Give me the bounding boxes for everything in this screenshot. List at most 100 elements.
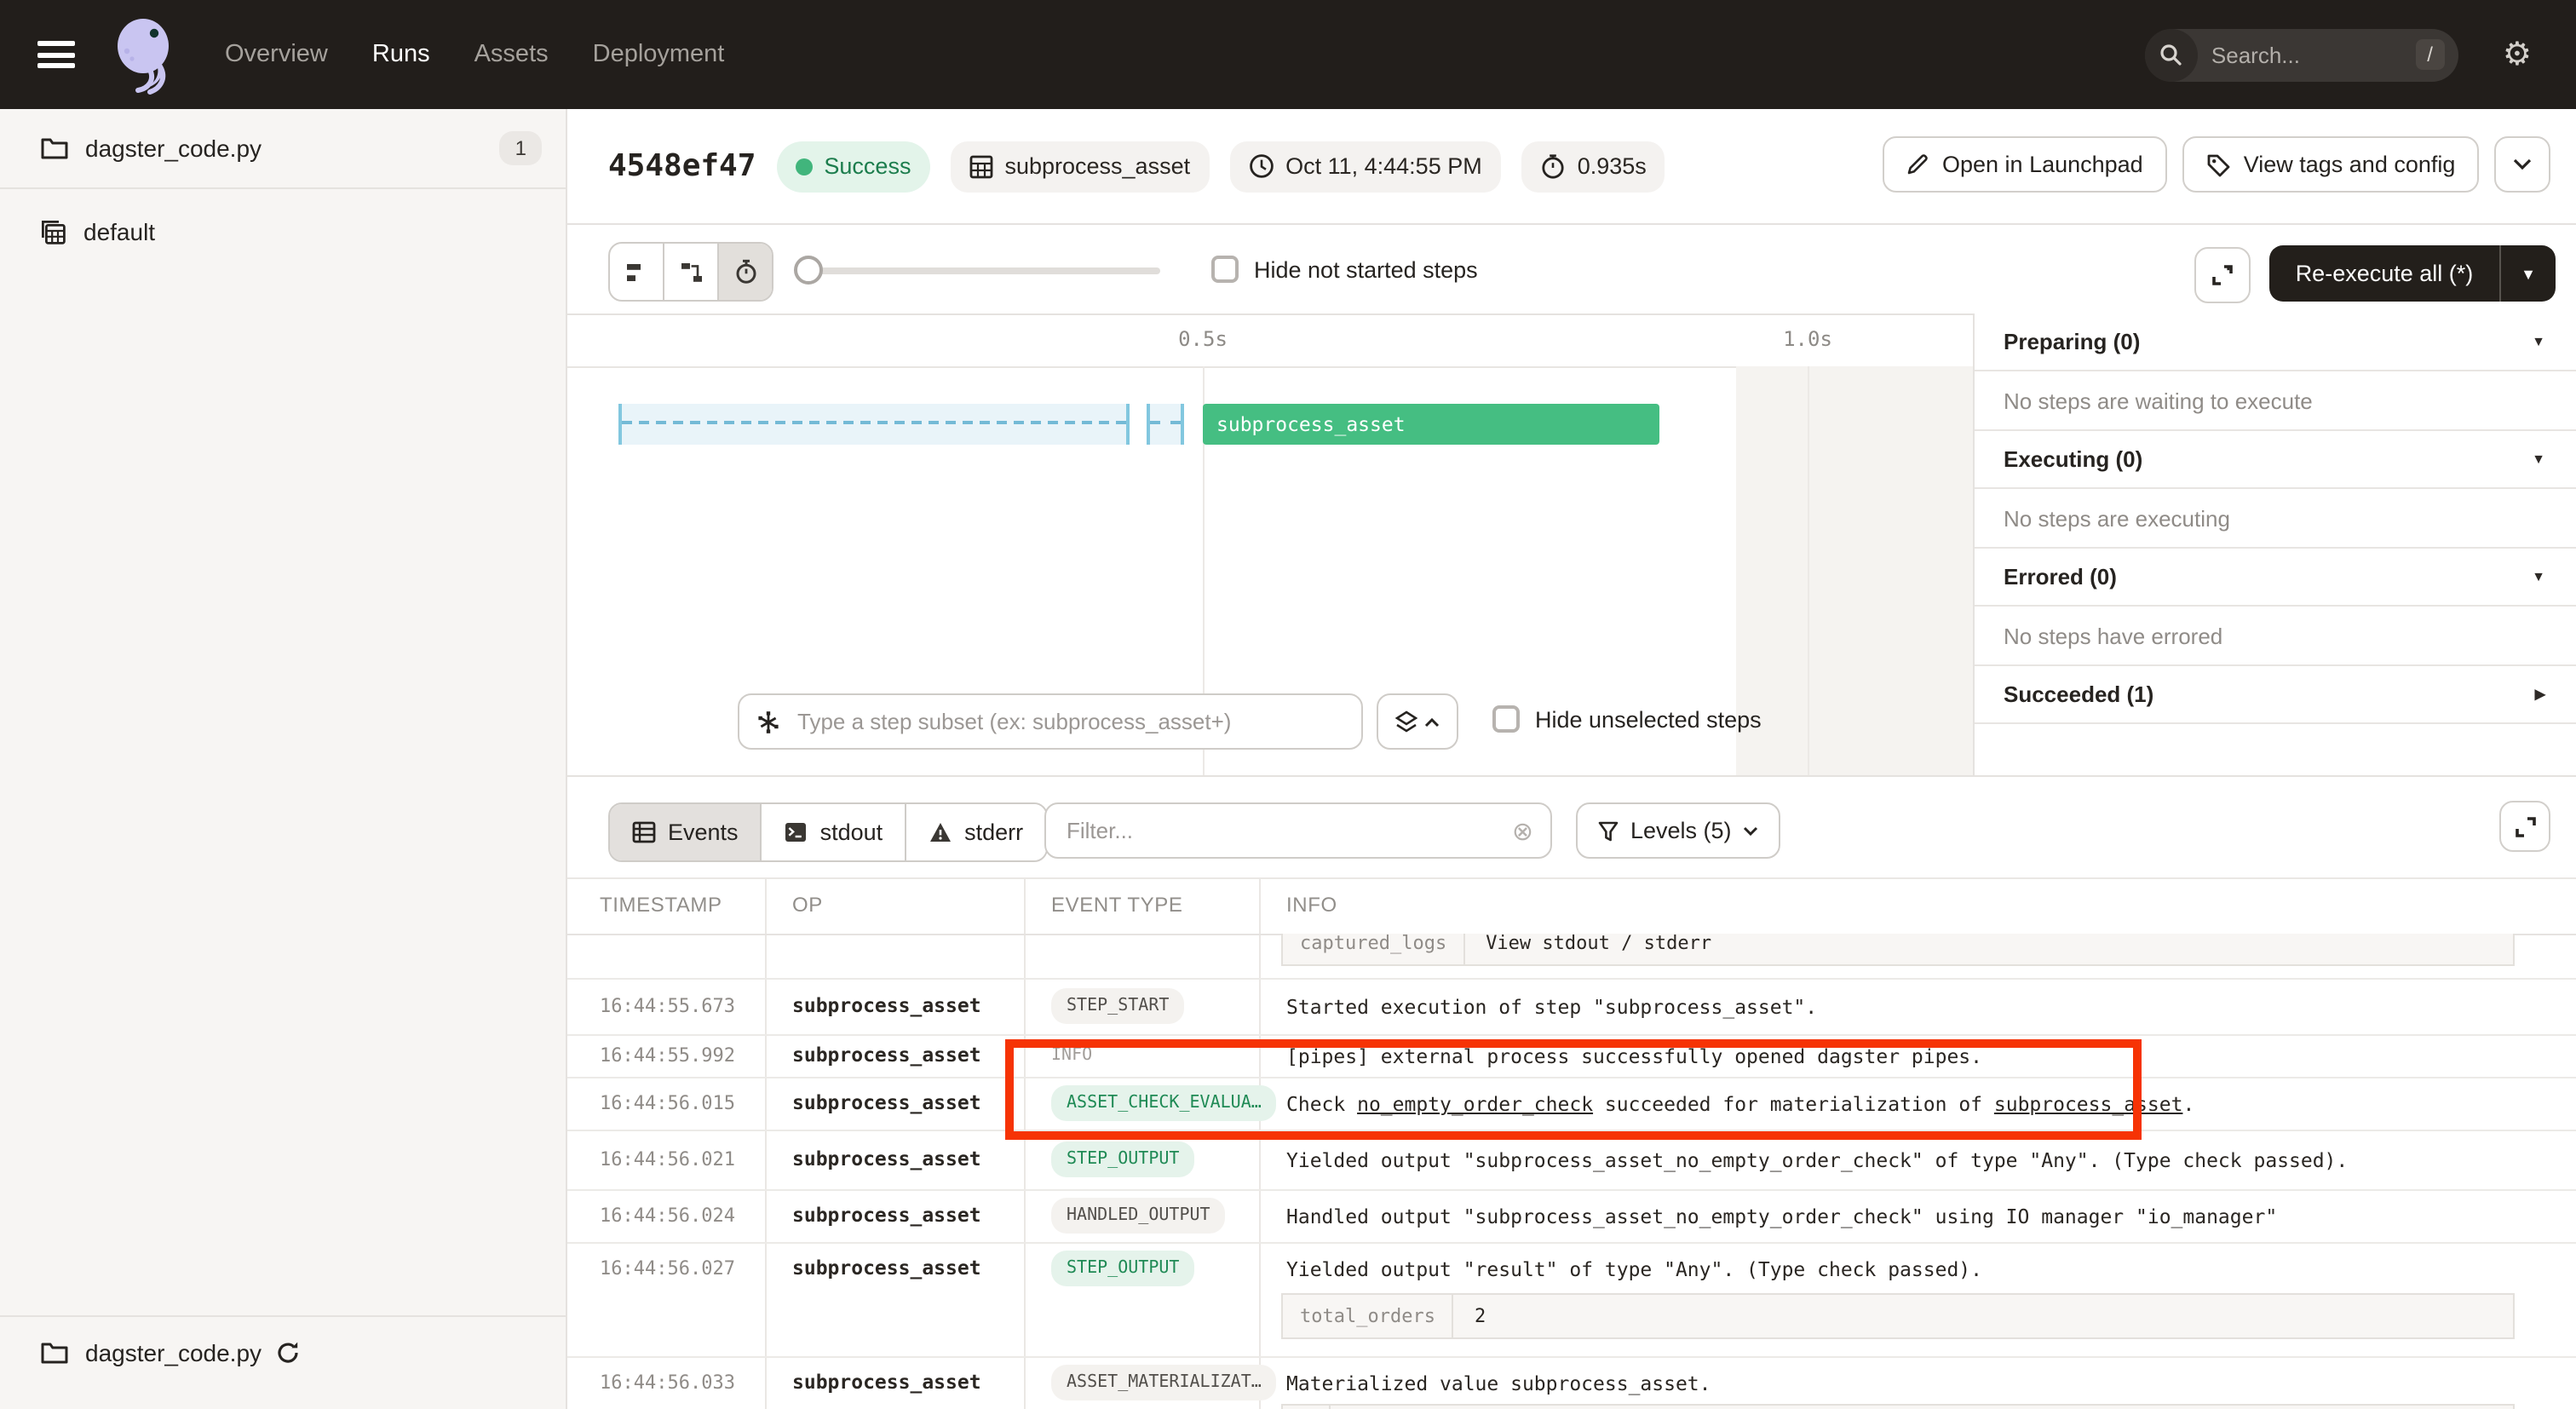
search-shortcut-badge: / [2415,39,2445,70]
clock-icon [1248,153,1274,179]
log-info: Handled output "subprocess_asset_no_empt… [1286,1205,2277,1228]
log-op: subprocess_asset [792,1043,981,1067]
metadata-value-link[interactable]: View stdout / stderr [1465,934,1732,964]
panel-section-preparing[interactable]: Preparing (0)▼ [1975,313,2576,371]
view-tags-config-button[interactable]: View tags and config [2182,136,2480,193]
gantt-fullscreen-button[interactable] [2194,247,2251,303]
log-row[interactable]: 16:44:56.033 subprocess_asset ASSET_MATE… [567,1356,2576,1409]
log-op: subprocess_asset [792,1090,981,1114]
log-timestamp: 16:44:56.027 [600,1257,735,1280]
log-row[interactable]: 16:44:56.024 subprocess_asset HANDLED_OU… [567,1189,2576,1242]
nav-item-runs[interactable]: Runs [372,41,430,68]
divider [567,223,2576,225]
search-input[interactable] [2198,40,2415,69]
log-row[interactable]: 16:44:56.027 subprocess_asset STEP_OUTPU… [567,1242,2576,1356]
log-timestamp: 16:44:56.021 [600,1148,735,1170]
gantt-view-mode-group [608,242,773,302]
levels-filter-button[interactable]: Levels (5) [1576,802,1781,859]
duration-view-button[interactable] [719,244,772,300]
tab-stdout[interactable]: stdout [762,804,907,860]
collapse-levels-button[interactable] [1377,693,1458,750]
sidebar-item-default[interactable]: default [0,206,566,257]
success-dot-icon [795,158,812,175]
log-fullscreen-button[interactable] [2499,801,2550,852]
nav-item-assets[interactable]: Assets [474,41,549,68]
log-op: subprocess_asset [792,993,981,1017]
sidebar-code-location-header[interactable]: dagster_code.py 1 [0,109,566,189]
panel-section-executing[interactable]: Executing (0)▼ [1975,431,2576,489]
event-type-badge: HANDLED_OUTPUT [1051,1198,1226,1234]
expand-icon [2514,815,2536,837]
gridline [1808,366,1809,775]
flat-view-button[interactable] [610,244,664,300]
panel-section-errored[interactable]: Errored (0)▼ [1975,549,2576,607]
log-op: subprocess_asset [792,1256,981,1280]
hide-unselected-control: Hide unselected steps [1492,705,1762,733]
asset-link[interactable]: subprocess_asset [1994,1092,2183,1116]
triangle-down-icon: ▼ [2532,451,2545,467]
timestamp-pill: Oct 11, 4:44:55 PM [1229,141,1501,192]
gantt-waiting-segment [618,404,1130,445]
triangle-down-icon: ▼ [2532,569,2545,584]
search-box[interactable]: / [2145,28,2458,81]
folder-icon [41,1341,68,1365]
run-id: 4548ef47 [608,148,756,184]
reexecute-all-button[interactable]: Re-execute all (*) ▼ [2269,245,2556,302]
nav-item-deployment[interactable]: Deployment [593,41,725,68]
metadata-key: captured_logs [1283,934,1465,964]
clear-filter-icon[interactable]: ⊗ [1512,815,1533,846]
event-type-badge: ASSET_MATERIALIZAT… [1051,1365,1277,1400]
step-subset-input[interactable] [794,707,1344,736]
tag-icon [2206,152,2230,176]
gantt-after-run-region [1736,366,1973,775]
log-filter-input[interactable] [1063,816,1512,845]
log-info: Materialized value subprocess_asset. [1286,1372,1711,1395]
nav-item-overview[interactable]: Overview [225,41,328,68]
log-row[interactable]: 16:44:56.021 subprocess_asset STEP_OUTPU… [567,1130,2576,1189]
log-info: [pipes] external process successfully op… [1286,1044,1982,1068]
log-row-partial[interactable]: captured_logs View stdout / stderr [567,934,2576,978]
log-row[interactable]: 16:44:55.673 subprocess_asset STEP_START… [567,978,2576,1034]
panel-section-succeeded[interactable]: Succeeded (1)▶ [1975,666,2576,724]
event-type-badge: ASSET_CHECK_EVALUA… [1051,1085,1277,1121]
waterfall-view-button[interactable] [664,244,719,300]
gantt-step-bar[interactable]: subprocess_asset [1203,404,1659,445]
event-type-badge: STEP_START [1051,988,1184,1024]
metadata-key: total_orders [1283,1295,1454,1337]
settings-gear-icon[interactable]: ⚙ [2503,38,2532,71]
op-graph-icon [756,710,780,733]
dagster-logo-icon[interactable] [109,14,184,95]
folder-icon [41,136,68,160]
sidebar: dagster_code.py 1 default dagster_code.p… [0,109,567,1409]
log-timestamp: 16:44:56.024 [600,1205,735,1227]
terminal-icon [785,821,808,843]
log-view-tabs: Events stdout stderr [608,802,1047,862]
refresh-icon[interactable] [275,1341,299,1365]
reexecute-caret-icon[interactable]: ▼ [2501,265,2556,282]
sidebar-item-label: default [83,218,155,245]
hide-not-started-checkbox[interactable] [1211,256,1239,283]
run-actions-chevron-button[interactable] [2494,136,2550,193]
duration-pill: 0.935s [1521,141,1665,192]
search-icon [2145,28,2198,81]
triangle-down-icon: ▼ [2532,334,2545,349]
gantt-zoom-slider-handle[interactable] [794,256,823,285]
footer-code-location-label: dagster_code.py [85,1339,262,1366]
warning-icon [929,821,952,843]
asset-tag-pill[interactable]: subprocess_asset [950,141,1209,192]
open-in-launchpad-button[interactable]: Open in Launchpad [1883,136,2167,193]
log-row[interactable]: 16:44:55.992 subprocess_asset INFO [pipe… [567,1034,2576,1077]
hide-unselected-checkbox[interactable] [1492,705,1520,733]
tab-events[interactable]: Events [610,804,762,860]
menu-icon[interactable] [37,41,75,68]
code-location-label: dagster_code.py [85,135,262,162]
log-op: subprocess_asset [792,1203,981,1227]
reexecute-all-label: Re-execute all (*) [2269,261,2499,286]
log-timestamp: 16:44:55.673 [600,995,735,1017]
sidebar-footer: dagster_code.py [0,1315,567,1387]
log-row[interactable]: 16:44:56.015 subprocess_asset ASSET_CHEC… [567,1077,2576,1130]
gantt-zoom-slider-track[interactable] [808,267,1160,274]
tab-stderr[interactable]: stderr [906,804,1045,860]
log-info: Check no_empty_order_check succeeded for… [1286,1092,2194,1116]
asset-check-link[interactable]: no_empty_order_check [1357,1092,1593,1116]
